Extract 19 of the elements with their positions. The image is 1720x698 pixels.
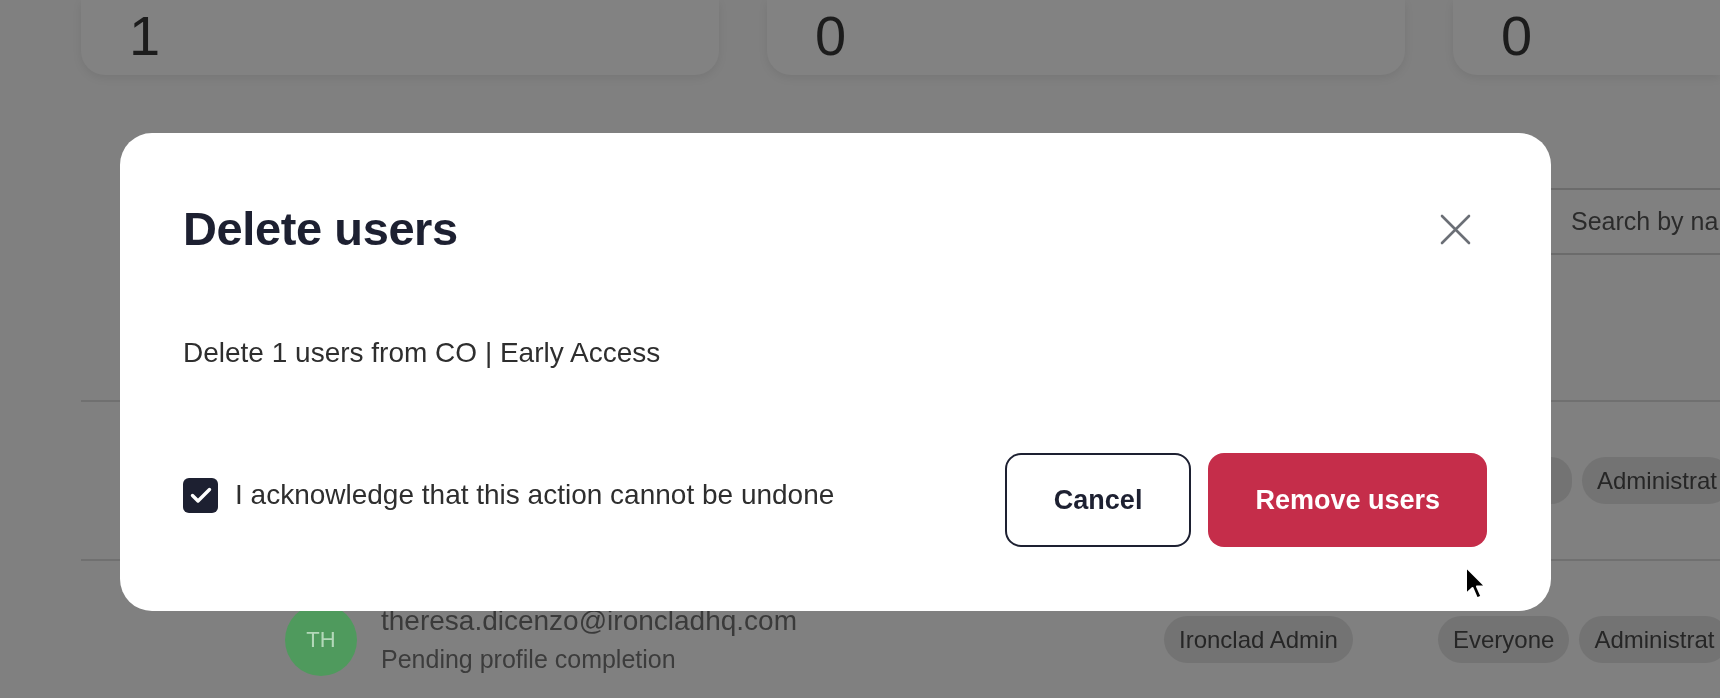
dialog-title: Delete users — [183, 201, 458, 257]
dialog-message: Delete 1 users from CO | Early Access — [183, 336, 662, 370]
group-tag: Everyone — [1438, 616, 1570, 663]
acknowledge-checkbox[interactable] — [183, 477, 218, 513]
stat-value: 0 — [815, 8, 847, 64]
group-tag: Administrat — [1579, 616, 1720, 663]
role-tag: Ironclad Admin — [1164, 616, 1353, 663]
check-icon — [189, 486, 212, 504]
stat-value: 0 — [1501, 8, 1533, 64]
acknowledge-label: I acknowledge that this action cannot be undone — [235, 478, 835, 512]
cancel-button[interactable]: Cancel — [1004, 453, 1192, 547]
user-status: Pending profile completion — [381, 643, 677, 675]
stat-value: 1 — [129, 8, 161, 64]
user-email: theresa.dicenzo@ironcladhq.com — [381, 603, 797, 638]
close-icon — [1440, 213, 1471, 245]
close-button[interactable] — [1440, 213, 1471, 245]
group-tag: Administrat — [1582, 457, 1720, 504]
search-field[interactable]: Search by na — [1551, 188, 1720, 255]
remove-users-button[interactable]: Remove users — [1208, 453, 1487, 547]
